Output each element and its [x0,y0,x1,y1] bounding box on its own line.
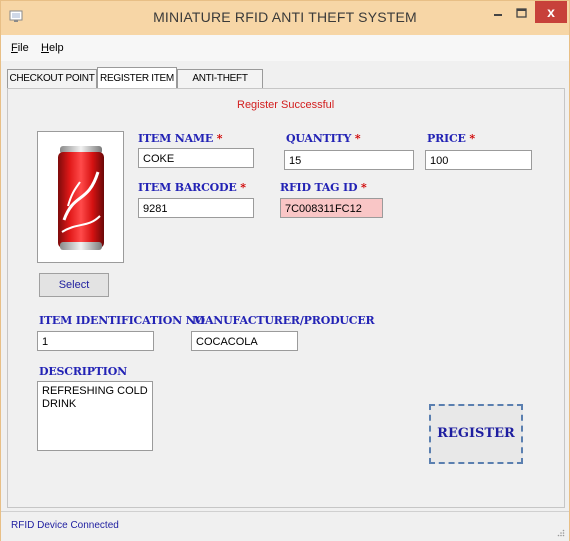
register-button[interactable]: REGISTER [429,404,523,464]
item-barcode-label: ITEM BARCODE * [138,181,246,194]
menu-file-accelerator: F [11,42,18,54]
description-field[interactable]: REFRESHING COLD DRINK [37,381,153,451]
item-name-label-text: ITEM NAME [138,132,214,145]
manufacturer-label: MANUFACTURER/PRODUCER [193,314,375,327]
item-barcode-required-mark: * [240,181,246,194]
menu-file-label: ile [17,42,29,54]
quantity-label: QUANTITY * [286,132,361,145]
close-button[interactable]: x [535,1,567,23]
quantity-required-mark: * [354,132,361,145]
menu-file[interactable]: File [11,42,29,54]
quantity-field[interactable]: 15 [284,150,414,170]
description-label: DESCRIPTION [39,365,127,378]
price-label: PRICE * [427,132,475,145]
maximize-icon[interactable] [511,5,533,23]
device-status: RFID Device Connected [11,520,119,531]
tab-register-item[interactable]: REGISTER ITEM [97,67,177,89]
rfid-tag-id-label-text: RFID TAG ID [280,181,358,194]
item-photo [37,131,124,263]
item-name-field[interactable]: COKE [138,148,254,168]
register-status-message: Register Successful [237,99,335,111]
menu-help[interactable]: Help [41,42,64,54]
price-label-text: PRICE [427,132,466,145]
menu-help-label: elp [48,42,64,54]
item-barcode-field[interactable]: 9281 [138,198,254,218]
menu-bar: File Help [1,35,569,61]
app-window: MINIATURE RFID ANTI THEFT SYSTEM x File … [0,0,570,541]
title-bar[interactable]: MINIATURE RFID ANTI THEFT SYSTEM x [1,1,569,35]
rfid-tag-id-field[interactable]: 7C008311FC12 [280,198,383,218]
item-name-required-mark: * [216,132,223,145]
item-barcode-label-text: ITEM BARCODE [138,181,237,194]
menu-help-accelerator: H [41,42,49,54]
rfid-tag-id-required-mark: * [360,181,367,194]
minimize-icon[interactable] [487,5,509,23]
status-bar: RFID Device Connected [1,511,569,541]
price-required-mark: * [469,132,475,145]
rfid-tag-id-label: RFID TAG ID * [280,181,367,194]
tab-checkout-point[interactable]: CHECKOUT POINT [7,69,97,88]
window-title: MINIATURE RFID ANTI THEFT SYSTEM [153,9,417,25]
quantity-label-text: QUANTITY [286,132,352,145]
coke-can-image [58,146,104,250]
item-identification-no-label: ITEM IDENTIFICATION NO [39,314,205,327]
price-field[interactable]: 100 [425,150,532,170]
item-name-label: ITEM NAME * [138,132,222,145]
select-image-button[interactable]: Select [39,273,109,297]
manufacturer-field[interactable]: COCACOLA [191,331,298,351]
tab-anti-theft-point[interactable]: ANTI-THEFT POINT [177,69,263,102]
item-identification-no-field[interactable]: 1 [37,331,154,351]
resize-grip-icon[interactable] [557,529,565,537]
